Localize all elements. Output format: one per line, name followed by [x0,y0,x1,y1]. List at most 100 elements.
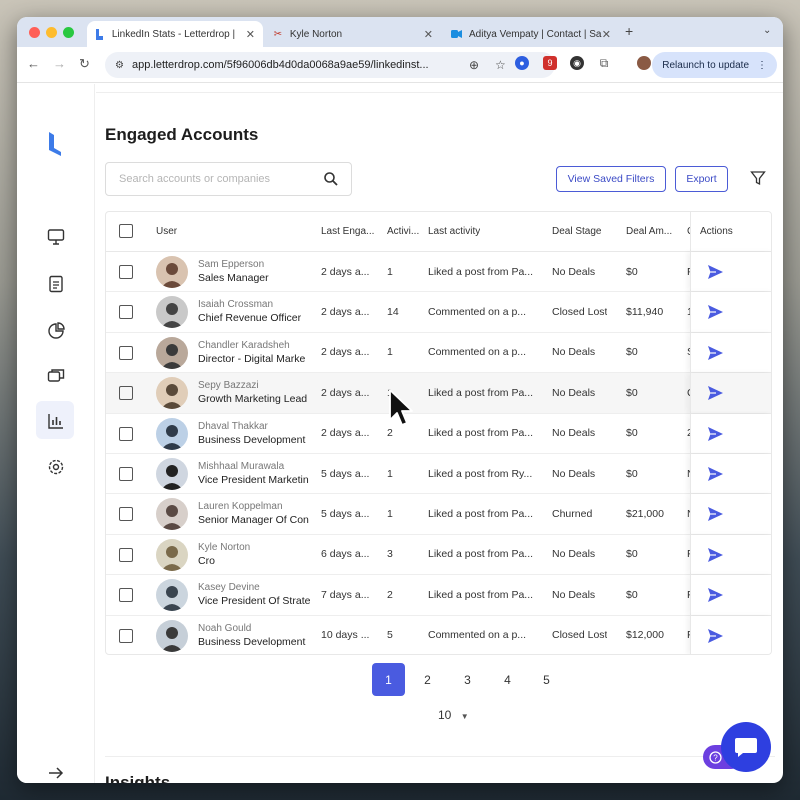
bookmark-star-icon[interactable]: ☆ [495,58,506,72]
zoom-icon[interactable]: ⊕ [469,58,479,72]
row-checkbox[interactable] [119,386,133,401]
row-checkbox[interactable] [119,426,133,441]
table-row[interactable]: Noah Gould Business Development 10 days … [106,615,771,654]
select-all-checkbox[interactable] [119,224,133,238]
table-row[interactable]: Chandler Karadsheh Director - Digital Ma… [106,332,771,374]
user-name[interactable]: Noah Gould [198,623,308,634]
close-tab-icon[interactable]: ✕ [246,28,255,41]
send-icon[interactable] [707,587,724,603]
column-header-last-engaged[interactable]: Last Enga... [321,212,381,251]
view-saved-filters-button[interactable]: View Saved Filters [556,166,666,192]
send-icon[interactable] [707,466,724,482]
table-row[interactable]: Dhaval Thakkar Business Development 2 da… [106,413,771,454]
more-menu-icon[interactable]: ⋮ [757,60,767,71]
page-button-4[interactable]: 4 [491,663,524,696]
avatar [156,579,188,612]
chat-support-button[interactable] [721,722,771,772]
table-row[interactable]: Mishhaal Murawala Vice President Marketi… [106,453,771,495]
relaunch-to-update-button[interactable]: Relaunch to update ⋮ [652,52,777,78]
row-checkbox[interactable] [119,547,133,562]
user-name[interactable]: Dhaval Thakkar [198,421,308,432]
extension-badge-icon[interactable]: 9 [543,56,557,70]
row-checkbox[interactable] [119,628,133,643]
analytics-icon[interactable] [47,412,65,430]
messages-icon[interactable] [47,367,65,385]
table-row[interactable]: Lauren Koppelman Senior Manager Of Con 5… [106,494,771,535]
close-window-button[interactable] [29,27,40,38]
table-row[interactable]: Isaiah Crossman Chief Revenue Officer 2 … [106,292,771,333]
send-icon[interactable] [707,506,724,522]
tab-search-chevron-icon[interactable]: ⌄ [763,25,771,36]
row-checkbox[interactable] [119,305,133,320]
user-name[interactable]: Sam Epperson [198,259,308,270]
page-button-1[interactable]: 1 [372,663,405,696]
column-header-user[interactable]: User [156,212,177,251]
user-name[interactable]: Chandler Karadsheh [198,340,308,351]
extension-globe-icon[interactable]: ● [515,56,529,70]
column-header-last-activity[interactable]: Last activity [428,212,480,251]
minimize-window-button[interactable] [46,27,57,38]
row-checkbox[interactable] [119,345,133,360]
document-icon[interactable] [47,275,65,293]
row-checkbox[interactable] [119,265,133,279]
browser-tab-kyle-norton[interactable]: ✂ Kyle Norton ✕ [265,21,441,47]
send-icon[interactable] [707,345,724,361]
table-row[interactable]: Sam Epperson Sales Manager 2 days a... 1… [106,252,771,293]
pie-chart-icon[interactable] [47,322,65,340]
user-name[interactable]: Kyle Norton [198,542,308,553]
user-name[interactable]: Lauren Koppelman [198,501,308,512]
column-header-deal-amount[interactable]: Deal Am... [626,212,682,251]
user-name[interactable]: Sepy Bazzazi [198,380,308,391]
rows-per-page-select[interactable]: 10 ▼ [438,708,469,722]
actions-cell [690,413,771,453]
send-icon[interactable] [707,304,724,320]
extensions-puzzle-icon[interactable]: ⧉ [597,56,611,70]
page-button-5[interactable]: 5 [530,663,563,696]
expand-sidebar-arrow-icon[interactable] [47,764,65,782]
back-arrow-icon[interactable]: ← [27,56,40,71]
send-icon[interactable] [707,628,724,644]
table-row[interactable]: Kasey Devine Vice President Of Strate 7 … [106,575,771,616]
monitor-icon[interactable] [47,228,65,246]
close-tab-icon[interactable]: ✕ [602,28,611,41]
url-text[interactable]: app.letterdrop.com/5f96006db4d0da0068a9a… [132,59,429,71]
settings-gear-icon[interactable] [47,458,65,476]
table-row[interactable]: Sepy Bazzazi Growth Marketing Lead 2 day… [106,373,771,414]
send-icon[interactable] [707,426,724,442]
user-name[interactable]: Isaiah Crossman [198,299,308,310]
forward-arrow-icon[interactable]: → [53,56,66,71]
browser-tab-aditya-vempaty[interactable]: Aditya Vempaty | Contact | Sa ✕ [443,21,619,47]
row-checkbox[interactable] [119,466,133,481]
row-checkbox[interactable] [119,588,133,603]
user-title: Cro [198,554,215,567]
new-tab-button[interactable]: + [625,23,633,39]
close-tab-icon[interactable]: ✕ [424,28,433,41]
search-input[interactable]: Search accounts or companies [105,162,352,196]
page-button-3[interactable]: 3 [451,663,484,696]
site-settings-icon[interactable]: ⚙ [115,60,124,71]
send-icon[interactable] [707,547,724,563]
page-button-2[interactable]: 2 [411,663,444,696]
actions-cell [690,373,771,413]
send-icon[interactable] [707,264,724,280]
user-name[interactable]: Kasey Devine [198,582,308,593]
activity-count-cell: 14 [387,306,399,319]
column-header-activity[interactable]: Activi... [387,212,425,251]
user-name[interactable]: Mishhaal Murawala [198,461,308,472]
export-button[interactable]: Export [675,166,728,192]
send-icon[interactable] [707,385,724,401]
row-checkbox[interactable] [119,507,133,522]
table-row[interactable]: Kyle Norton Cro 6 days a... 3 Liked a po… [106,534,771,576]
last-engaged-cell: 7 days a... [321,588,370,601]
maximize-window-button[interactable] [63,27,74,38]
extension-eye-icon[interactable]: ◉ [570,56,584,70]
reload-icon[interactable]: ↻ [79,56,90,72]
letterdrop-logo[interactable] [46,132,64,156]
column-header-deal-stage[interactable]: Deal Stage [552,212,601,251]
search-icon[interactable] [323,171,339,187]
browser-tab-linkedin-stats[interactable]: LinkedIn Stats - Letterdrop | ✕ [87,21,263,47]
filter-icon[interactable] [750,170,766,186]
profile-avatar[interactable] [637,56,651,70]
deal-amount-cell: $0 [626,386,638,399]
address-bar[interactable]: ⚙ app.letterdrop.com/5f96006db4d0da0068a… [105,52,555,78]
